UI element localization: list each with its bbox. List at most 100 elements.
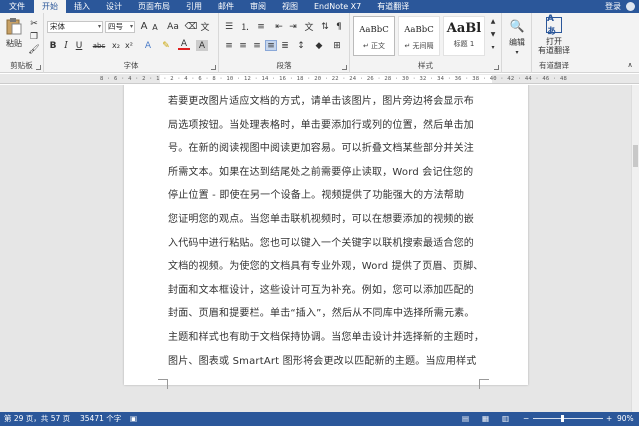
print-layout-icon[interactable]: ▦ <box>482 412 489 426</box>
style-no-spacing[interactable]: AaBbC ↵ 无间隔 <box>398 16 440 56</box>
read-mode-icon[interactable]: ▤ <box>462 412 469 426</box>
style-heading-1[interactable]: AaBl 标题 1 <box>443 16 485 56</box>
zoom-out-button[interactable]: − <box>523 412 529 426</box>
justify-icon[interactable]: ≡ <box>265 40 277 51</box>
zoom-slider-thumb[interactable] <box>561 415 564 422</box>
show-marks-icon[interactable]: ¶ <box>333 21 345 32</box>
translate-icon[interactable]: Aあ <box>546 14 562 37</box>
tab-layout[interactable]: 页面布局 <box>130 0 178 13</box>
subscript-button[interactable]: x₂ <box>110 40 122 51</box>
tab-mailings[interactable]: 邮件 <box>210 0 242 13</box>
editing-dropdown-icon[interactable]: ▾ <box>511 47 523 58</box>
style-normal[interactable]: AaBbC ↵ 正文 <box>353 16 395 56</box>
clipboard-launcher[interactable] <box>36 65 41 70</box>
cut-icon[interactable]: ✂ <box>28 18 40 29</box>
document-body[interactable]: 若要更改图片适应文档的方式，请单击该图片，图片旁边将会显示布 局选项按钮。当处理… <box>168 95 483 378</box>
font-size-combo[interactable]: 四号 ▾ <box>105 21 135 33</box>
clipboard-paste-icon[interactable] <box>5 17 23 35</box>
tab-design[interactable]: 设计 <box>98 0 130 13</box>
page-count-status[interactable]: 第 29 页，共 57 页 <box>4 412 70 426</box>
tab-file[interactable]: 文件 <box>0 0 34 13</box>
tab-endnote[interactable]: EndNote X7 <box>306 0 369 13</box>
web-layout-icon[interactable]: ▥ <box>502 412 509 426</box>
page-margin-corner-right <box>479 379 489 389</box>
align-right-icon[interactable]: ≡ <box>251 40 263 51</box>
format-painter-icon[interactable]: 🖌 <box>28 44 40 55</box>
align-left-icon[interactable]: ≡ <box>223 40 235 51</box>
align-center-icon[interactable]: ≡ <box>237 40 249 51</box>
clipboard-group: 粘贴 ✂ ❐ 🖌 剪贴板 <box>0 13 44 73</box>
clear-format-icon[interactable]: ⌫ <box>185 21 198 32</box>
bullets-icon[interactable]: ☰ <box>223 21 235 32</box>
font-name-combo[interactable]: 宋体 ▾ <box>47 21 103 33</box>
italic-button[interactable]: I <box>60 40 72 51</box>
shrink-font-icon[interactable]: A <box>149 22 161 33</box>
font-color-button[interactable]: A <box>178 39 190 50</box>
tab-home[interactable]: 开始 <box>34 0 66 13</box>
find-icon[interactable]: 🔍 <box>510 19 525 33</box>
body-line-1: 若要更改图片适应文档的方式，请单击该图片，图片旁边将会显示布 <box>168 96 474 107</box>
font-launcher[interactable] <box>211 65 216 70</box>
chinese-layout-icon[interactable]: 文 <box>303 21 315 33</box>
bold-button[interactable]: B <box>47 40 59 51</box>
body-line-9: 封面和文本框设计，这些设计可互为补充。例如，您可以添加匹配的 <box>168 284 474 296</box>
phonetic-icon[interactable]: 文 <box>199 21 211 33</box>
horizontal-ruler[interactable]: 8 · 6 · 4 · 2 · 1 · 2 · 4 · 6 · 8 · 10 ·… <box>0 74 639 84</box>
numbering-icon[interactable]: ⒈ <box>239 21 251 33</box>
shading-icon[interactable]: ◆ <box>313 40 325 51</box>
paragraph-launcher[interactable] <box>342 65 347 70</box>
line-spacing-icon[interactable]: ↕ <box>295 40 307 51</box>
tab-youdao[interactable]: 有道翻译 <box>369 0 417 13</box>
style-no-spacing-name: ↵ 无间隔 <box>404 42 434 50</box>
paste-button[interactable]: 粘贴 <box>3 38 25 48</box>
style-normal-name: ↵ 正文 <box>362 42 386 50</box>
styles-group: AaBbC ↵ 正文 AaBbC ↵ 无间隔 AaBl 标题 1 ▲ ▼ ▾ 样… <box>350 13 502 73</box>
change-case-icon[interactable]: Aa <box>165 21 181 32</box>
proofing-icon[interactable]: ▣ <box>130 412 137 426</box>
scrollbar-thumb[interactable] <box>633 145 638 167</box>
char-shading-icon[interactable]: A <box>196 40 208 51</box>
zoom-level[interactable]: 90% <box>617 412 634 426</box>
underline-button[interactable]: U <box>73 40 85 51</box>
zoom-slider[interactable] <box>533 418 603 419</box>
vertical-scrollbar[interactable] <box>631 85 639 412</box>
distributed-icon[interactable]: ≣ <box>279 40 291 51</box>
borders-icon[interactable]: ⊞ <box>331 40 343 51</box>
tab-insert[interactable]: 插入 <box>66 0 98 13</box>
highlight-icon[interactable]: ✎ <box>160 40 172 51</box>
styles-launcher[interactable] <box>494 65 499 70</box>
body-line-5: 停止位置 - 即使在另一个设备上。视频提供了功能强大的方法帮助 <box>168 190 465 202</box>
ribbon-tab-bar: 文件 开始 插入 设计 页面布局 引用 邮件 审阅 视图 EndNote X7 … <box>0 0 639 13</box>
tab-view[interactable]: 视图 <box>274 0 306 13</box>
zoom-in-button[interactable]: + <box>606 412 612 426</box>
editing-button[interactable]: 编辑 <box>504 37 530 47</box>
body-line-11: 主题和样式也有助于文档保持协调。当您单击设计并选择新的主题时， <box>168 331 483 343</box>
body-line-7: 入代码中进行粘贴。您也可以键入一个关键字以联机搜索最适合您的 <box>168 237 474 249</box>
body-line-8: 文档的视频。为使您的文档具有专业外观，Word 提供了页眉、页脚、 <box>168 261 483 273</box>
chevron-down-icon: ▾ <box>97 23 101 30</box>
style-normal-sample: AaBbC <box>359 25 389 35</box>
text-effects-icon[interactable]: A <box>142 40 154 51</box>
multilevel-list-icon[interactable]: ≡ <box>255 21 267 32</box>
status-bar: 第 29 页，共 57 页 35471 个字 ▣ ▤ ▦ ▥ − + 90% <box>0 412 639 426</box>
superscript-button[interactable]: x² <box>123 40 135 51</box>
styles-group-label: 样式 <box>418 61 433 70</box>
tab-review[interactable]: 审阅 <box>242 0 274 13</box>
styles-scroll-up-icon[interactable]: ▲ <box>488 16 498 27</box>
font-name-value: 宋体 <box>50 22 65 31</box>
strikethrough-button[interactable]: abc <box>90 40 108 51</box>
styles-scroll-down-icon[interactable]: ▼ <box>488 29 498 40</box>
tab-references[interactable]: 引用 <box>178 0 210 13</box>
collapse-ribbon-icon[interactable]: ∧ <box>624 59 636 70</box>
decrease-indent-icon[interactable]: ⇤ <box>273 21 285 32</box>
copy-icon[interactable]: ❐ <box>28 31 40 42</box>
word-count-status[interactable]: 35471 个字 <box>80 412 121 426</box>
translate-youdao-label[interactable]: 有道翻译 <box>532 46 576 55</box>
paragraph-group: ☰ ⒈ ≡ ⇤ ⇥ 文 ⇅ ¶ ≡ ≡ ≡ ≡ ≣ ↕ ◆ ⊞ 段落 <box>219 13 350 73</box>
user-icon[interactable] <box>626 2 635 11</box>
login-link[interactable]: 登录 <box>605 0 621 13</box>
styles-more-icon[interactable]: ▾ <box>488 42 498 53</box>
ribbon: 粘贴 ✂ ❐ 🖌 剪贴板 宋体 ▾ 四号 ▾ A A Aa ⌫ 文 B I U ab… <box>0 13 639 73</box>
sort-icon[interactable]: ⇅ <box>319 21 331 32</box>
increase-indent-icon[interactable]: ⇥ <box>287 21 299 32</box>
